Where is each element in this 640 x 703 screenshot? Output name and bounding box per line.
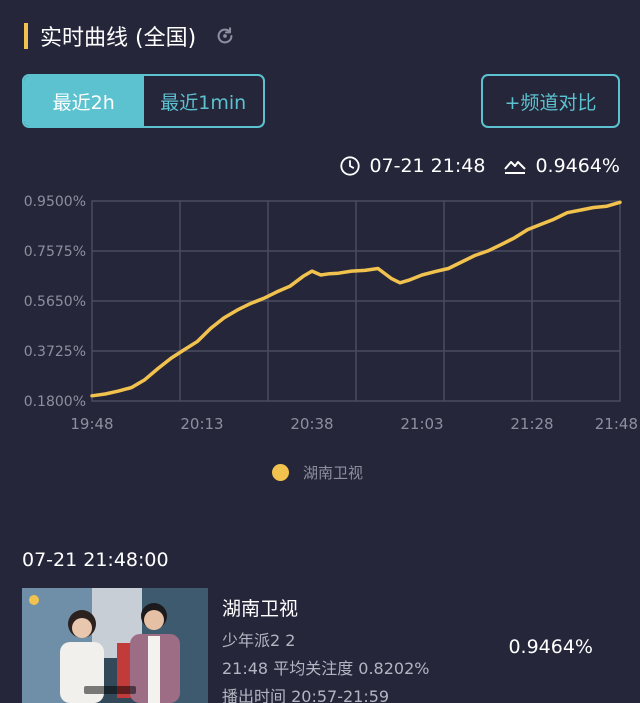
channel-compare-button[interactable]: +频道对比 [481,74,620,128]
y-tick-label: 0.1800% [24,394,86,410]
program-thumbnail[interactable] [22,588,208,703]
chart-readout: 07-21 21:48 0.9464% [339,150,620,182]
x-tick-label: 19:48 [70,415,113,433]
detail-timestamp: 07-21 21:48:00 [22,549,169,571]
readout-time: 07-21 21:48 [369,155,486,177]
trend-icon [504,161,527,174]
page-title: 实时曲线 (全国) [40,26,197,51]
line-chart: 0.9500% 0.7575% 0.5650% 0.3725% 0.1800% 19:48… [24,194,638,433]
legend-swatch [272,464,289,481]
program-name: 少年派2 2 [222,631,296,650]
y-tick-label: 0.3725% [24,344,86,360]
x-tick-label: 21:28 [510,415,553,433]
tab-last-2h[interactable]: 最近2h [24,76,144,126]
program-airtime: 播出时间 20:57-21:59 [222,687,390,703]
y-tick-label: 0.9500% [24,194,86,210]
readout-value: 0.9464% [535,155,620,177]
title-accent-bar [24,23,28,49]
refresh-icon[interactable] [214,25,236,47]
y-tick-label: 0.7575% [24,244,86,260]
y-tick-label: 0.5650% [24,294,86,310]
clock-icon [340,156,361,176]
chart-legend: 湖南卫视 [272,462,363,483]
program-info: 湖南卫视 少年派2 2 21:48 平均关注度 0.8202% 播出时间 20:… [222,594,429,703]
header: 实时曲线 (全国) [24,14,236,58]
program-still-image [22,588,208,703]
range-tabs: 最近2h 最近1min [22,74,265,128]
program-channel: 湖南卫视 [222,598,299,620]
program-average: 21:48 平均关注度 0.8202% [222,659,430,678]
tab-last-1min[interactable]: 最近1min [144,76,264,126]
x-tick-label: 21:03 [400,415,443,433]
x-tick-label: 21:48 [595,415,638,433]
x-tick-label: 20:13 [180,415,223,433]
legend-label: 湖南卫视 [303,464,364,482]
program-value: 0.9464% [508,636,593,658]
x-tick-label: 20:38 [290,415,333,433]
